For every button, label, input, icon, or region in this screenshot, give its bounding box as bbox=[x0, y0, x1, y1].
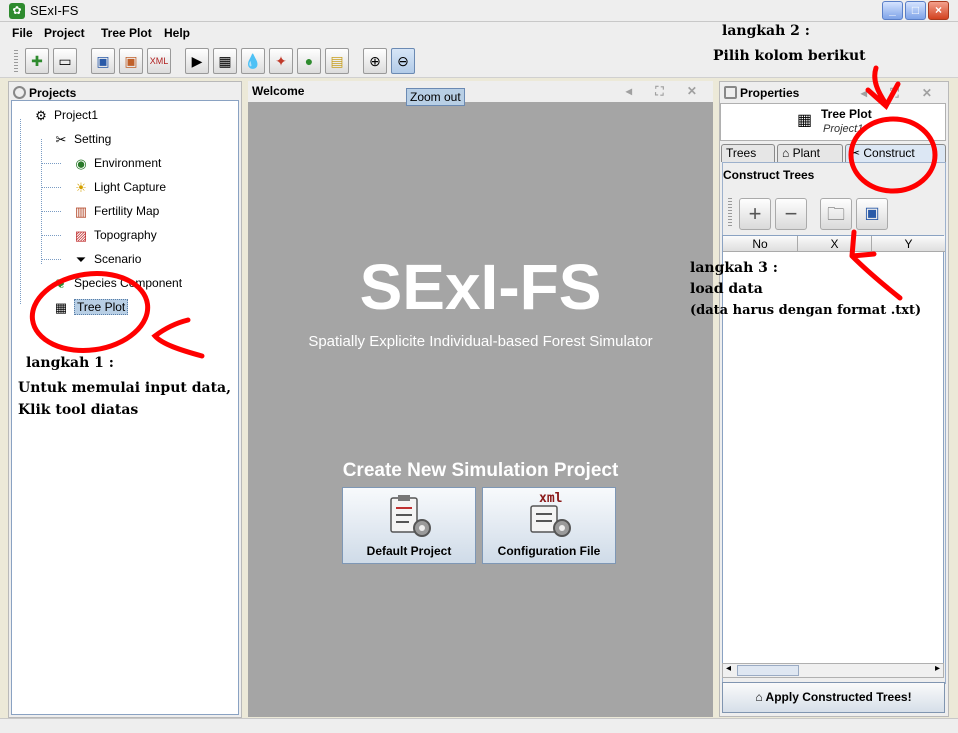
fertility-icon[interactable]: ● bbox=[297, 48, 321, 74]
status-bar bbox=[0, 718, 958, 733]
menu-help[interactable]: Help bbox=[164, 26, 190, 40]
scroll-left-icon[interactable]: ◂ bbox=[726, 663, 731, 674]
menu-bar: File Project Tree Plot Help bbox=[0, 22, 958, 44]
close-button[interactable]: × bbox=[928, 1, 949, 20]
xml-badge: xml bbox=[539, 491, 563, 506]
grid-icon: ▦ bbox=[54, 299, 68, 315]
map-icon[interactable]: ▤ bbox=[325, 48, 349, 74]
properties-title: Tree Plot bbox=[821, 107, 872, 121]
tree-node-topography[interactable]: ▨ Topography bbox=[72, 225, 157, 245]
tree-node-project1[interactable]: ⚙ Project1 bbox=[32, 105, 98, 125]
menu-project[interactable]: Project bbox=[44, 26, 85, 40]
tree-node-setting[interactable]: ✂ Setting bbox=[52, 129, 112, 149]
save-as-icon[interactable]: ▣ bbox=[119, 48, 143, 74]
project-gear-icon: ⚙ bbox=[35, 107, 47, 123]
default-project-label: Default Project bbox=[366, 544, 452, 558]
tree-node-environment[interactable]: ◉ Environment bbox=[72, 153, 161, 173]
toolbar-grip[interactable] bbox=[14, 50, 18, 72]
tree-node-light-capture[interactable]: ☀ Light Capture bbox=[72, 177, 166, 197]
app-subtitle: Spatially Explicite Individual-based For… bbox=[308, 333, 653, 350]
title-bar: ✿ SExI-FS _ □ × bbox=[0, 0, 958, 22]
properties-header: Properties ◂ ⛶ ✕ bbox=[720, 82, 948, 104]
step3-title: langkah 3 : bbox=[690, 260, 778, 276]
panel-window-controls[interactable]: ◂ ⛶ ✕ bbox=[861, 82, 942, 104]
menu-file[interactable]: File bbox=[12, 26, 33, 40]
properties-subtitle: Project1 bbox=[823, 123, 864, 135]
welcome-header: Welcome ◂ ⛶ ✕ bbox=[248, 81, 713, 102]
construct-icon: ✂ bbox=[850, 146, 864, 160]
table-horizontal-scrollbar[interactable]: ◂ ▸ bbox=[722, 663, 944, 678]
open-project-icon[interactable]: ▭ bbox=[53, 48, 77, 74]
step1-line1: Untuk memulai input data, bbox=[18, 380, 231, 396]
new-project-icon[interactable]: ✚ bbox=[25, 48, 49, 74]
zoom-in-icon[interactable]: ⊕ bbox=[363, 48, 387, 74]
step2-title: langkah 2 : bbox=[722, 23, 810, 39]
window-title: SExI-FS bbox=[30, 3, 79, 18]
default-project-button[interactable]: Default Project bbox=[342, 487, 476, 564]
tree-node-scenario[interactable]: ⏷ Scenario bbox=[72, 249, 142, 269]
export-xml-icon[interactable]: XML bbox=[147, 48, 171, 74]
fertility-map-icon: ▥ bbox=[74, 203, 88, 219]
configuration-file-button[interactable]: xml Configuration File bbox=[482, 487, 616, 564]
step2-line1: Pilih kolom berikut bbox=[713, 48, 866, 64]
menu-tree-plot[interactable]: Tree Plot bbox=[101, 26, 152, 40]
tools-icon: ✂ bbox=[55, 131, 67, 147]
tree-node-fertility-map[interactable]: ▥ Fertility Map bbox=[72, 201, 160, 221]
tree-node-tree-plot[interactable]: ▦ Tree Plot bbox=[52, 297, 129, 317]
grid-icon: ▦ bbox=[797, 112, 813, 129]
zoom-out-tooltip: Zoom out bbox=[406, 88, 465, 106]
funnel-icon: ⏷ bbox=[75, 251, 87, 267]
apply-constructed-trees-button[interactable]: ⌂ Apply Constructed Trees! bbox=[722, 682, 945, 713]
app-logo-title: SExI-FS bbox=[359, 251, 602, 323]
minimize-button[interactable]: _ bbox=[882, 1, 903, 20]
save-icon[interactable]: ▣ bbox=[91, 48, 115, 74]
column-header-x[interactable]: X bbox=[798, 236, 872, 252]
globe-icon: ◉ bbox=[75, 155, 87, 171]
sun-icon: ☀ bbox=[75, 179, 87, 195]
welcome-panel: Welcome ◂ ⛶ ✕ bbox=[248, 81, 713, 717]
save-data-button[interactable]: ▣ bbox=[856, 198, 888, 230]
tab-trees[interactable]: Trees bbox=[721, 144, 775, 162]
run-icon[interactable]: ▶ bbox=[185, 48, 209, 74]
step3-line2: (data harus dengan format .txt) bbox=[690, 303, 922, 318]
zoom-out-icon[interactable]: ⊖ bbox=[391, 48, 415, 74]
clipboard-gear-icon bbox=[390, 495, 431, 537]
tab-plant[interactable]: ⌂ Plant bbox=[777, 144, 843, 162]
load-data-button[interactable]: 🗀 bbox=[820, 198, 852, 230]
plant-icon: ⌂ bbox=[755, 690, 766, 704]
step1-title: langkah 1 : bbox=[26, 355, 114, 371]
water-icon[interactable]: 💧 bbox=[241, 48, 265, 74]
scroll-right-icon[interactable]: ▸ bbox=[935, 663, 940, 674]
configuration-file-label: Configuration File bbox=[497, 544, 601, 558]
plant-icon: ⌂ bbox=[782, 146, 793, 160]
properties-icon bbox=[724, 86, 737, 99]
properties-title-box: ▦ Tree Plot Project1 bbox=[720, 103, 946, 141]
create-project-heading: Create New Simulation Project bbox=[342, 460, 619, 481]
tree-node-species-component[interactable]: ❦ Species Component bbox=[52, 273, 183, 293]
gear-icon bbox=[13, 86, 26, 99]
step3-line1: load data bbox=[690, 281, 763, 297]
step1-line2: Klik tool diatas bbox=[18, 402, 139, 418]
grid-icon[interactable]: ▦ bbox=[213, 48, 237, 74]
light-icon[interactable]: ✦ bbox=[269, 48, 293, 74]
column-header-y[interactable]: Y bbox=[872, 236, 945, 252]
tab-construct[interactable]: ✂ Construct bbox=[845, 144, 946, 162]
add-tree-button[interactable]: + bbox=[739, 198, 771, 230]
scroll-thumb[interactable] bbox=[737, 665, 799, 676]
column-header-no[interactable]: No bbox=[723, 236, 798, 252]
app-icon: ✿ bbox=[9, 3, 25, 19]
leaf-icon: ❦ bbox=[55, 275, 67, 291]
toolbar-grip[interactable] bbox=[728, 198, 732, 228]
topography-icon: ▨ bbox=[74, 227, 88, 243]
construct-trees-heading: Construct Trees bbox=[723, 168, 815, 182]
remove-tree-button[interactable]: − bbox=[775, 198, 807, 230]
panel-window-controls[interactable]: ◂ ⛶ ✕ bbox=[626, 81, 707, 102]
maximize-button[interactable]: □ bbox=[905, 1, 926, 20]
